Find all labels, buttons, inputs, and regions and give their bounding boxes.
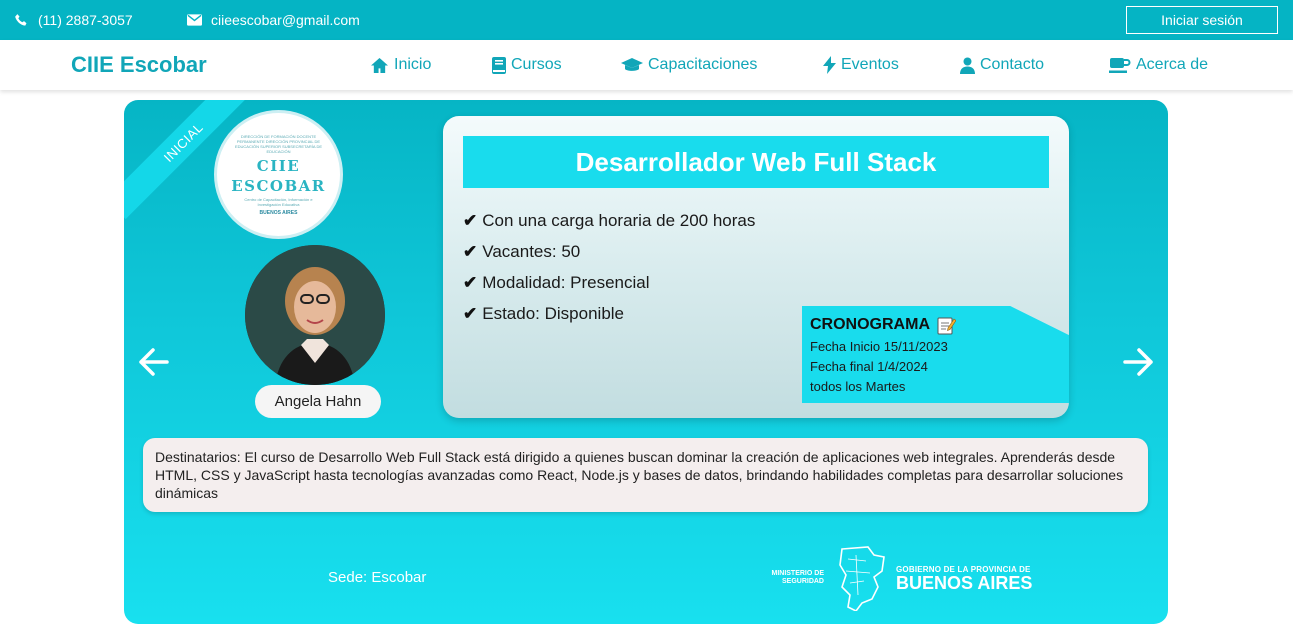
logo-province: BUENOS AIRES xyxy=(259,209,298,216)
arrow-left-icon[interactable] xyxy=(137,346,169,378)
phone-icon xyxy=(15,13,27,26)
recipients-description: Destinatarios: El curso de Desarrollo We… xyxy=(143,438,1148,512)
logo-header-text: DIRECCIÓN DE FORMACIÓN DOCENTE PERMANENT… xyxy=(234,133,323,154)
nav-item-label: Capacitaciones xyxy=(648,56,758,73)
nav-item-label: Inicio xyxy=(394,56,432,73)
phone-number: (11) 2887-3057 xyxy=(38,12,133,28)
nav-item-eventos[interactable]: Eventos xyxy=(823,40,899,90)
envelope-icon xyxy=(187,14,202,26)
logo-title-line1: CIIE xyxy=(256,156,301,175)
email-contact[interactable]: ciieescobar@gmail.com xyxy=(187,0,360,40)
nav-item-contacto[interactable]: Contacto xyxy=(960,40,1044,90)
ciie-logo: DIRECCIÓN DE FORMACIÓN DOCENTE PERMANENT… xyxy=(214,110,343,239)
nav-item-label: Cursos xyxy=(511,56,562,73)
schedule-title: CRONOGRAMA xyxy=(810,315,1069,335)
navbar: CIIE Escobar Inicio Cursos Capacitacione… xyxy=(0,40,1293,90)
course-info-panel: Desarrollador Web Full Stack ✔ Con una ca… xyxy=(443,116,1069,418)
brand-logo-text[interactable]: CIIE Escobar xyxy=(71,40,207,90)
nav-item-inicio[interactable]: Inicio xyxy=(370,40,431,90)
nav-item-acerca-de[interactable]: Acerca de xyxy=(1109,40,1208,90)
nav-item-label: Contacto xyxy=(980,56,1045,73)
check-icon: ✔ xyxy=(463,273,478,292)
feature-item: ✔ Con una carga horaria de 200 horas xyxy=(463,209,755,240)
logo-subtitle: Centro de Capacitación, Información e In… xyxy=(244,196,313,207)
province-map-icon xyxy=(839,546,885,611)
graduation-cap-icon xyxy=(621,58,643,71)
feature-item: ✔ Estado: Disponible xyxy=(463,302,755,333)
arrow-right-icon[interactable] xyxy=(1123,346,1155,378)
bolt-icon xyxy=(823,56,836,74)
teacher-name: Angela Hahn xyxy=(255,385,381,418)
course-features: ✔ Con una carga horaria de 200 horas ✔ Vac… xyxy=(463,209,755,333)
schedule-box: CRONOGRAMA Fecha Inicio 15/11/2023 Fecha… xyxy=(802,306,1069,403)
email-address: ciieescobar@gmail.com xyxy=(211,12,360,28)
nav-item-label: Eventos xyxy=(841,56,899,73)
nav-item-capacitaciones[interactable]: Capacitaciones xyxy=(621,40,757,90)
feature-text: Vacantes: 50 xyxy=(482,242,581,261)
book-icon xyxy=(492,56,506,74)
nav-item-cursos[interactable]: Cursos xyxy=(492,40,562,90)
feature-item: ✔ Vacantes: 50 xyxy=(463,240,755,271)
check-icon: ✔ xyxy=(463,242,478,261)
province-name: BUENOS AIRES xyxy=(896,572,1033,593)
feature-item: ✔ Modalidad: Presencial xyxy=(463,271,755,302)
phone-contact[interactable]: (11) 2887-3057 xyxy=(14,0,133,40)
schedule-start-date: Fecha Inicio 15/11/2023 xyxy=(810,339,948,354)
nav-item-label: Acerca de xyxy=(1136,56,1209,73)
teacher-avatar xyxy=(245,245,385,385)
coffee-icon xyxy=(1109,57,1131,73)
check-icon: ✔ xyxy=(463,211,478,230)
feature-text: Modalidad: Presencial xyxy=(482,273,650,292)
top-bar: (11) 2887-3057 ciieescobar@gmail.com Ini… xyxy=(0,0,1293,40)
course-title: Desarrollador Web Full Stack xyxy=(463,136,1049,188)
schedule-days: todos los Martes xyxy=(810,379,906,394)
home-icon xyxy=(371,57,388,73)
check-icon: ✔ xyxy=(463,304,478,323)
feature-text: Estado: Disponible xyxy=(482,304,625,323)
schedule-title-text: CRONOGRAMA xyxy=(810,316,930,333)
government-logo: MINISTERIO DE SEGURIDAD GOBIERNO DE LA P… xyxy=(764,543,1034,613)
memo-icon xyxy=(937,317,956,335)
government-text: GOBIERNO DE LA PROVINCIA DE BUENOS AIRES xyxy=(896,565,1032,592)
logo-title-line2: ESCOBAR xyxy=(231,176,326,195)
ministry-text: MINISTERIO DE SEGURIDAD xyxy=(771,570,824,585)
schedule-end-date: Fecha final 1/4/2024 xyxy=(810,359,928,374)
user-icon xyxy=(960,57,975,74)
course-card: INICIAL DIRECCIÓN DE FORMACIÓN DOCENTE P… xyxy=(124,100,1168,624)
login-button[interactable]: Iniciar sesión xyxy=(1126,6,1278,34)
sede-label: Sede: Escobar xyxy=(328,569,427,586)
feature-text: Con una carga horaria de 200 horas xyxy=(482,211,756,230)
